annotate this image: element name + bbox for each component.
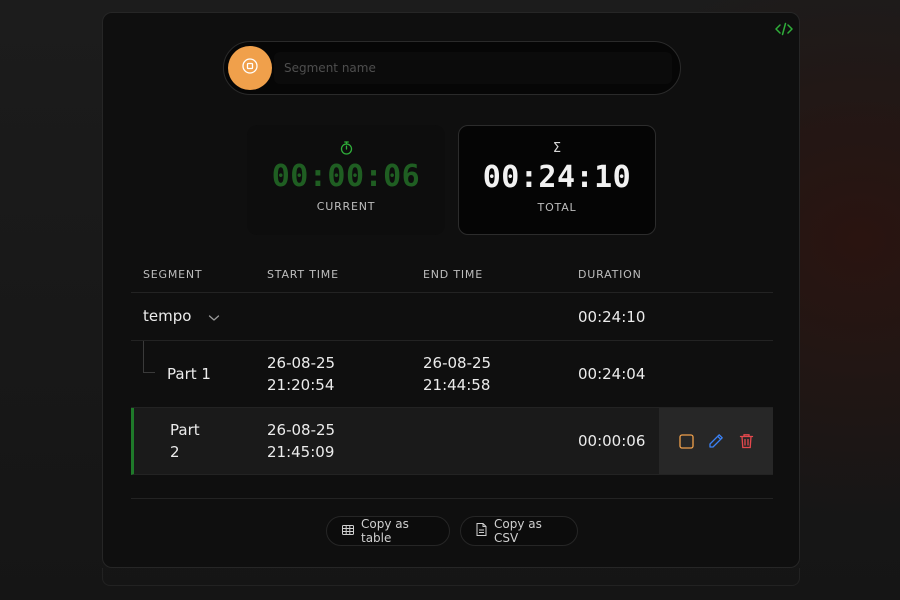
tree-connector [143,341,155,373]
record-stop-icon [242,58,258,78]
end-time: 21:44:58 [423,376,491,394]
header-end-time: END TIME [423,267,483,281]
delete-icon[interactable] [738,433,754,449]
card-bottom-edge [102,568,800,586]
header-duration: DURATION [578,267,642,281]
group-name-cell: tempo [131,305,255,328]
end-time-cell: 26-08-25 21:44:58 [411,352,566,396]
row-actions [659,408,773,474]
total-timer-label: TOTAL [537,201,577,214]
table-row-active[interactable]: Part 2 26-08-25 21:45:09 00:00:06 [131,408,773,475]
group-duration: 00:24:10 [578,307,646,326]
timer-card: 00:00:06 CURRENT Σ 00:24:10 TOTAL SEGMEN… [102,12,800,568]
duration: 00:00:06 [578,432,646,450]
segment-name-bar [223,41,681,95]
copy-as-csv-button[interactable]: Copy as CSV [460,516,578,546]
stopwatch-icon [339,141,353,155]
group-name: tempo [143,307,192,326]
copy-as-table-button[interactable]: Copy as table [326,516,450,546]
code-icon[interactable] [775,21,793,36]
stop-icon[interactable] [678,433,694,449]
duration: 00:24:04 [578,365,646,383]
table-icon [342,524,354,539]
segment-name-line2: 2 [170,443,180,461]
start-time-cell: 26-08-25 21:45:09 [255,419,411,463]
group-row-tempo[interactable]: tempo 00:24:10 [131,293,773,341]
sigma-icon: Σ [552,141,562,156]
start-time: 21:20:54 [267,376,335,394]
copy-as-csv-label: Copy as CSV [494,517,542,545]
file-icon [476,523,487,539]
segment-name-input[interactable] [274,52,672,84]
table-header-row: SEGMENT START TIME END TIME DURATION [131,257,773,293]
record-stop-button[interactable] [228,46,272,90]
segment-name-line1: Part [170,421,200,439]
copy-as-table-label: Copy as table [361,517,409,545]
start-date: 26-08-25 [267,354,336,372]
current-timer: 00:00:06 CURRENT [247,125,445,235]
total-timer: Σ 00:24:10 TOTAL [458,125,656,235]
total-timer-value: 00:24:10 [482,160,632,195]
start-date: 26-08-25 [267,421,336,439]
end-date: 26-08-25 [423,354,492,372]
start-time: 21:45:09 [267,443,335,461]
segments-table: SEGMENT START TIME END TIME DURATION tem… [131,257,773,475]
chevron-down-icon[interactable] [208,306,220,328]
header-segment: SEGMENT [143,267,203,281]
edit-icon[interactable] [708,433,724,449]
current-timer-value: 00:00:06 [271,159,421,194]
header-start-time: START TIME [267,267,339,281]
current-timer-label: CURRENT [316,200,376,213]
footer-divider [131,498,773,499]
segment-name-cell: Part 2 [134,419,255,463]
start-time-cell: 26-08-25 21:20:54 [255,352,411,396]
table-row[interactable]: Part 1 26-08-25 21:20:54 26-08-25 21:44:… [131,341,773,408]
